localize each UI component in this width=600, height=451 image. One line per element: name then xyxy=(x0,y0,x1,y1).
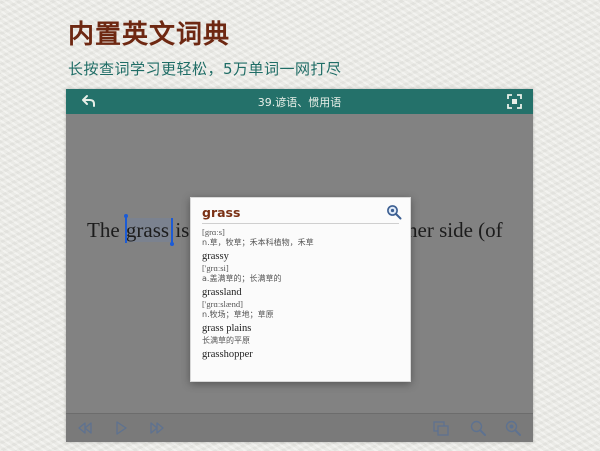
sentence-text[interactable]: The grass is xyxy=(87,218,189,243)
promo-subtitle: 长按查词学习更轻松，5万单词一网打尽 xyxy=(68,60,342,78)
entry-headword: grassy xyxy=(202,251,229,262)
dictionary-entry[interactable]: grassland ['grɑːslænd] n.牧场；草地；草原 xyxy=(202,287,402,320)
popup-divider xyxy=(202,223,399,224)
dictionary-entry[interactable]: grasshopper xyxy=(202,349,402,361)
promo-title: 内置英文词典 xyxy=(68,20,231,50)
entry-definition: 长满草的平原 xyxy=(202,336,250,345)
search-icon[interactable] xyxy=(386,204,402,220)
fast-forward-icon[interactable] xyxy=(148,419,166,437)
dictionary-entry[interactable]: grass plains 长满草的平原 xyxy=(202,323,402,346)
lesson-title: 39.谚语、惯用语 xyxy=(257,96,342,109)
selection-handle-start[interactable] xyxy=(124,214,128,218)
dictionary-entry[interactable]: [grɑːs] n.草，牧草；禾本科植物，禾草 xyxy=(202,227,402,248)
bottom-toolbar xyxy=(66,413,533,442)
top-bar: 39.谚语、惯用语 xyxy=(66,89,533,114)
zoom-icon[interactable] xyxy=(469,419,487,437)
entry-definition: a.盖满草的；长满草的 xyxy=(202,274,282,283)
entry-phonetic: [grɑːs] xyxy=(202,227,225,237)
rewind-icon[interactable] xyxy=(76,419,94,437)
play-icon[interactable] xyxy=(112,419,130,437)
reading-area[interactable]: The grass is her side (of grass [grɑːs] … xyxy=(66,114,533,414)
entry-list[interactable]: [grɑːs] n.草，牧草；禾本科植物，禾草 grassy ['grɑːsi]… xyxy=(202,227,402,364)
sentence-text-right: her side (of xyxy=(407,218,503,242)
settings-icon[interactable] xyxy=(504,419,522,437)
text-after: is xyxy=(170,218,190,242)
entry-headword: grasshopper xyxy=(202,349,253,360)
selection-handle-end-line xyxy=(171,218,173,244)
entry-phonetic: ['grɑːslænd] xyxy=(202,299,243,309)
entry-phonetic: ['grɑːsi] xyxy=(202,263,229,273)
entry-definition: n.草，牧草；禾本科植物，禾草 xyxy=(202,238,314,247)
text-before: The xyxy=(87,218,125,242)
selected-word[interactable]: grass xyxy=(124,218,171,242)
copy-icon[interactable] xyxy=(432,419,450,437)
dictionary-popup: grass [grɑːs] n.草，牧草；禾本科植物，禾草 grassy ['g… xyxy=(190,197,411,382)
entry-headword: grassland xyxy=(202,287,242,298)
dictionary-query: grass xyxy=(202,205,241,220)
fullscreen-icon[interactable] xyxy=(506,93,523,110)
app-screen: 39.谚语、惯用语 The grass is her side (of gras… xyxy=(66,89,533,442)
selection-handle-end[interactable] xyxy=(170,242,174,246)
entry-definition: n.牧场；草地；草原 xyxy=(202,310,274,319)
dictionary-entry[interactable]: grassy ['grɑːsi] a.盖满草的；长满草的 xyxy=(202,251,402,284)
entry-headword: grass plains xyxy=(202,323,252,334)
selection-handle-start-line xyxy=(125,217,127,243)
